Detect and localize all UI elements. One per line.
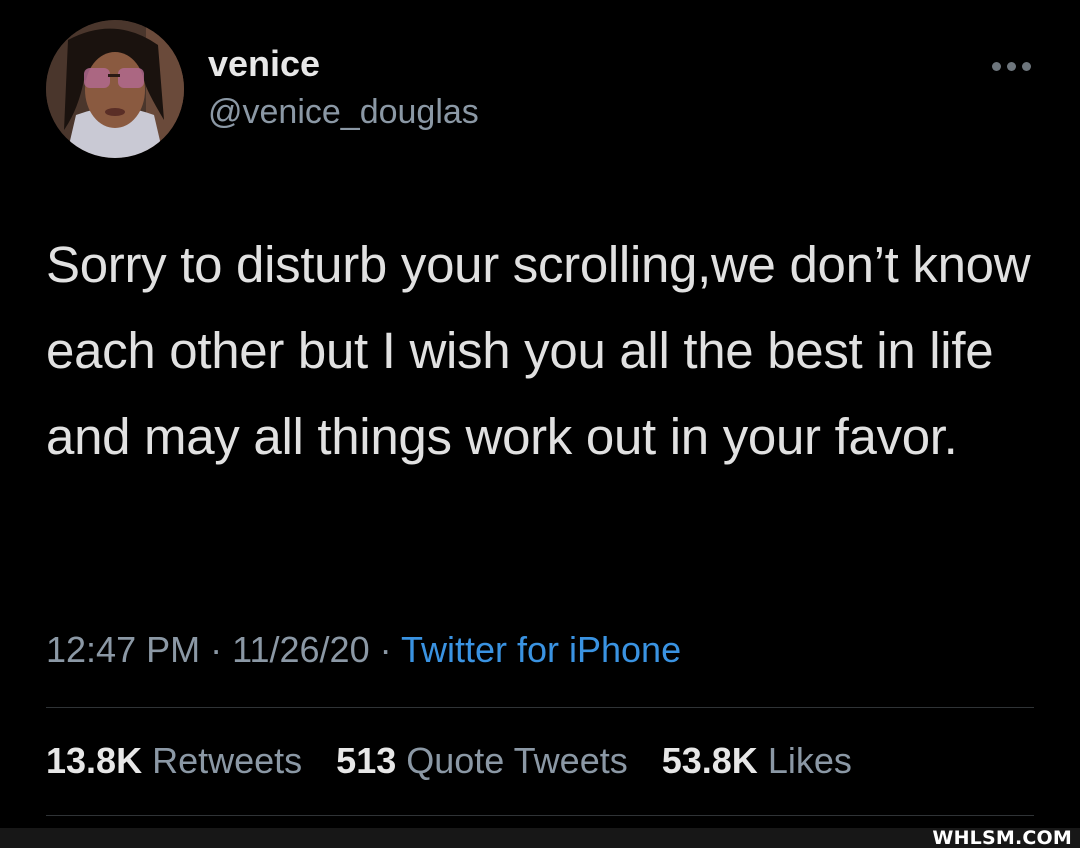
avatar-image (46, 20, 184, 158)
likes-label: Likes (767, 740, 852, 781)
likes-count: 53.8K (661, 740, 758, 781)
likes-stat[interactable]: 53.8K Likes (662, 737, 852, 785)
divider (46, 707, 1034, 708)
dot (991, 61, 1001, 71)
tweet-time[interactable]: 12:47 PM (46, 629, 200, 670)
divider (46, 815, 1034, 816)
meta-separator: · (379, 629, 392, 670)
tweet-date[interactable]: 11/26/20 (232, 629, 369, 670)
dot (1006, 61, 1016, 71)
watermark: WHLSM.COM (932, 827, 1072, 848)
tweet-screenshot: venice @venice_douglas Sorry to disturb … (0, 0, 1080, 848)
retweets-label: Retweets (152, 740, 303, 781)
retweets-stat[interactable]: 13.8K Retweets (46, 737, 302, 785)
tweet-text: Sorry to disturb your scrolling,we don’t… (46, 236, 1031, 465)
meta-separator: · (210, 629, 223, 670)
tweet-stats: 13.8K Retweets 513 Quote Tweets 53.8K Likes (46, 737, 876, 785)
dot (1021, 61, 1031, 71)
tweet-header: venice @venice_douglas (46, 20, 1034, 160)
more-horizontal-icon[interactable] (988, 56, 1034, 76)
tweet-source-link[interactable]: Twitter for iPhone (401, 629, 681, 670)
quote-tweets-label: Quote Tweets (406, 740, 628, 781)
avatar[interactable] (46, 20, 184, 158)
user-names: venice @venice_douglas (208, 42, 479, 134)
tweet-meta: 12:47 PM · 11/26/20 · Twitter for iPhone (46, 626, 681, 674)
quote-tweets-stat[interactable]: 513 Quote Tweets (336, 737, 628, 785)
display-name[interactable]: venice (208, 42, 479, 86)
retweets-count: 13.8K (46, 740, 143, 781)
quote-tweets-count: 513 (336, 740, 397, 781)
user-handle[interactable]: @venice_douglas (208, 90, 479, 134)
bottom-bar (0, 828, 1080, 848)
